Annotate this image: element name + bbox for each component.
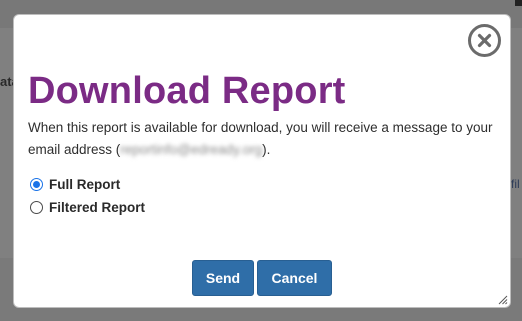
dialog-message: When this report is available for downlo… [28,117,498,161]
option-full-report[interactable]: Full Report [30,177,120,192]
background-corner [515,0,522,6]
filtered-report-radio[interactable] [30,201,43,214]
option-filtered-report[interactable]: Filtered Report [30,200,145,215]
full-report-radio[interactable] [30,178,43,191]
resize-grip-icon[interactable] [497,294,508,305]
download-report-dialog: Download Report When this report is avai… [13,14,511,308]
send-button[interactable]: Send [192,260,254,296]
dialog-title: Download Report [28,70,346,112]
close-button[interactable] [468,24,501,57]
email-address-redacted: reportinfo@edready.org [120,142,263,157]
background-text-right: fil [511,177,520,191]
close-icon [477,33,492,48]
cancel-button[interactable]: Cancel [257,260,332,296]
full-report-label: Full Report [49,177,121,192]
message-text-end: ). [262,142,271,157]
filtered-report-label: Filtered Report [49,200,146,215]
